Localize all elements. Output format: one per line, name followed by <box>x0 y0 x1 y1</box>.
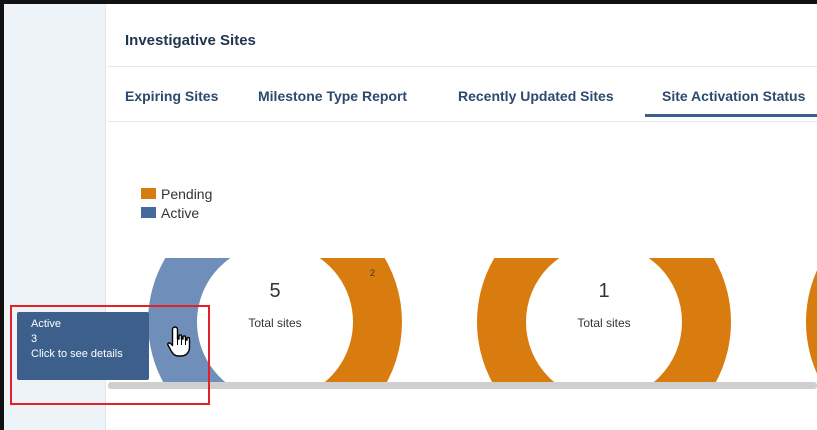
chart-2-total: 1 <box>598 280 610 302</box>
chart-1-total: 5 <box>269 280 281 302</box>
horizontal-scrollbar[interactable] <box>108 382 817 389</box>
chart-3-pending-slice[interactable] <box>806 195 817 430</box>
chart-2-total-label: Total sites <box>577 316 631 330</box>
chart-2-pending-slice[interactable] <box>477 195 731 430</box>
chart-1-total-label: Total sites <box>248 316 302 330</box>
chart-1-pending-slice[interactable] <box>275 195 402 425</box>
chart-1-pending-slice-label: 2 <box>370 268 376 278</box>
hand-pointer-icon <box>167 326 191 357</box>
